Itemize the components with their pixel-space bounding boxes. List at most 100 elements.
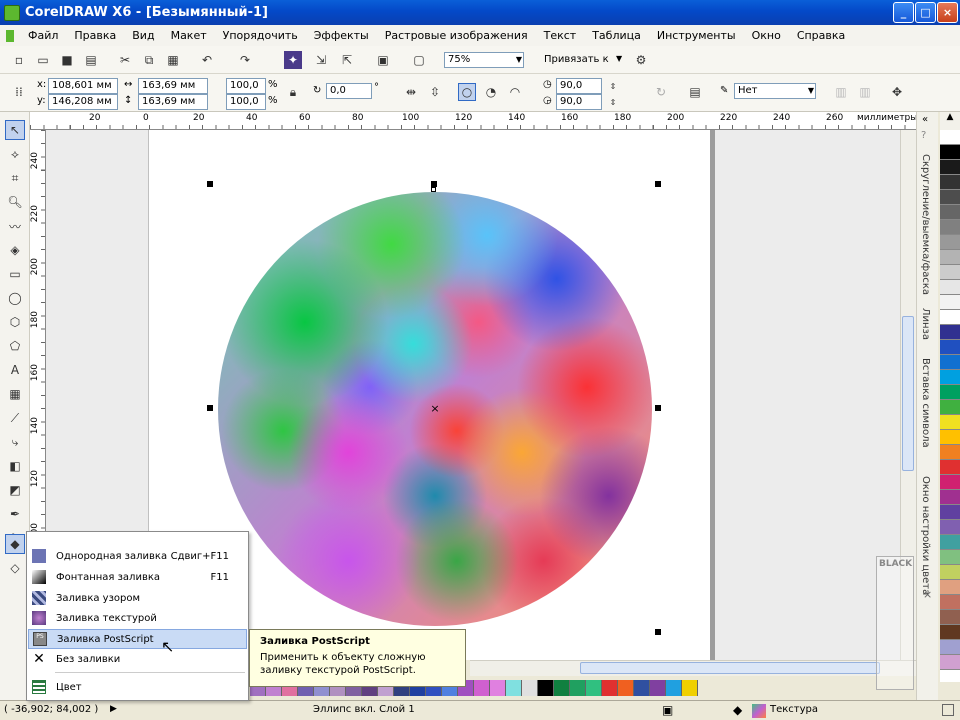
- selection-handle[interactable]: [655, 405, 661, 411]
- color-swatch[interactable]: [940, 520, 960, 535]
- close-icon[interactable]: ×: [923, 588, 932, 601]
- mirror-vertical-icon[interactable]: ⇳: [426, 83, 444, 101]
- menu-arrange[interactable]: Упорядочить: [215, 29, 306, 42]
- menu-item-fountain-fill[interactable]: Фонтанная заливка F11: [28, 567, 247, 587]
- color-swatch[interactable]: [940, 175, 960, 190]
- fill-tool-icon[interactable]: ◆: [5, 534, 25, 554]
- convert-to-curves-icon[interactable]: ✥: [888, 83, 906, 101]
- color-proof-icon[interactable]: ▣: [662, 703, 673, 717]
- color-swatch[interactable]: [634, 680, 650, 696]
- options-icon[interactable]: ⚙: [632, 51, 650, 69]
- help-icon[interactable]: ?: [921, 130, 926, 141]
- crop-tool-icon[interactable]: ⌗: [5, 168, 25, 188]
- color-swatch[interactable]: [940, 370, 960, 385]
- close-button[interactable]: ×: [937, 2, 958, 23]
- color-swatch[interactable]: [940, 325, 960, 340]
- copy-icon[interactable]: ⧉: [140, 51, 158, 69]
- menu-bitmaps[interactable]: Растровые изображения: [377, 29, 536, 42]
- color-swatch[interactable]: [940, 400, 960, 415]
- to-back-icon[interactable]: ▥: [832, 83, 850, 101]
- color-swatch[interactable]: [940, 505, 960, 520]
- color-swatch[interactable]: [940, 430, 960, 445]
- snap-to-label[interactable]: Привязать к: [544, 54, 609, 65]
- color-swatch[interactable]: [940, 295, 960, 310]
- color-swatch[interactable]: [602, 680, 618, 696]
- save-icon[interactable]: ■: [58, 51, 76, 69]
- color-swatch[interactable]: [490, 680, 506, 696]
- color-swatch[interactable]: [940, 550, 960, 565]
- color-swatch[interactable]: [940, 310, 960, 325]
- minimize-button[interactable]: _: [893, 2, 914, 23]
- color-swatch[interactable]: [682, 680, 698, 696]
- shape-tool-icon[interactable]: ⟡: [5, 144, 25, 164]
- object-center-marker[interactable]: ×: [430, 403, 440, 414]
- redo-icon[interactable]: ↷: [236, 51, 254, 69]
- text-tool-icon[interactable]: A: [5, 360, 25, 380]
- menu-item-uniform-fill[interactable]: Однородная заливка Сдвиг+F11: [28, 546, 247, 566]
- blend-tool-icon[interactable]: ◧: [5, 456, 25, 476]
- undo-icon[interactable]: ↶: [198, 51, 216, 69]
- color-swatch[interactable]: [940, 220, 960, 235]
- color-swatch[interactable]: [940, 475, 960, 490]
- dimension-tool-icon[interactable]: ⟋: [5, 408, 25, 428]
- color-swatch[interactable]: [586, 680, 602, 696]
- menu-item-texture-fill[interactable]: Заливка текстурой: [28, 608, 247, 628]
- zoom-level-select[interactable]: 75% ▼: [444, 52, 524, 68]
- menu-view[interactable]: Вид: [124, 29, 162, 42]
- color-swatch[interactable]: [940, 655, 960, 670]
- pie-mode-icon[interactable]: ◔: [482, 83, 500, 101]
- color-swatch[interactable]: [940, 565, 960, 580]
- table-tool-icon[interactable]: ▦: [5, 384, 25, 404]
- start-angle-field[interactable]: 90,0: [556, 78, 602, 94]
- ellipse-tool-icon[interactable]: ◯: [5, 288, 25, 308]
- print-icon[interactable]: ▤: [82, 51, 100, 69]
- wrap-text-icon[interactable]: ▤: [686, 83, 704, 101]
- color-swatch[interactable]: [506, 680, 522, 696]
- status-expand-icon[interactable]: ▶: [110, 704, 117, 714]
- ellipse-node[interactable]: [431, 187, 436, 192]
- docker-tab-lens[interactable]: Линза: [920, 308, 931, 340]
- snap-dropdown-icon[interactable]: ▼: [616, 54, 622, 63]
- interactive-fill-tool-icon[interactable]: ◇: [5, 558, 25, 578]
- color-swatch[interactable]: [940, 490, 960, 505]
- to-front-icon[interactable]: ▥: [856, 83, 874, 101]
- polygon-tool-icon[interactable]: ⬡: [5, 312, 25, 332]
- horizontal-scroll-thumb[interactable]: [580, 662, 880, 674]
- docker-collapse-icon[interactable]: «: [922, 114, 928, 125]
- maximize-button[interactable]: □: [915, 2, 936, 23]
- width-field[interactable]: 163,69 мм: [138, 78, 208, 94]
- menu-item-color[interactable]: Цвет: [28, 677, 247, 697]
- mirror-horizontal-icon[interactable]: ⇹: [402, 83, 420, 101]
- menu-layout[interactable]: Макет: [163, 29, 215, 42]
- color-swatch[interactable]: [538, 680, 554, 696]
- ellipse-mode-icon[interactable]: ○: [458, 83, 476, 101]
- arc-mode-icon[interactable]: ◠: [506, 83, 524, 101]
- rotation-angle-field[interactable]: 0,0: [326, 83, 372, 99]
- color-swatch[interactable]: [940, 205, 960, 220]
- color-swatch[interactable]: [474, 680, 490, 696]
- scale-y-field[interactable]: 100,0: [226, 94, 266, 110]
- palette-scroll-up-icon[interactable]: ▲: [940, 112, 960, 130]
- pick-tool-icon[interactable]: ↖: [5, 120, 25, 140]
- new-document-icon[interactable]: ▫: [10, 51, 28, 69]
- application-launcher-icon[interactable]: ▣: [374, 51, 392, 69]
- vertical-scroll-thumb[interactable]: [902, 316, 914, 471]
- selection-handle[interactable]: [207, 405, 213, 411]
- menu-text[interactable]: Текст: [536, 29, 585, 42]
- import-icon[interactable]: ⇲: [312, 51, 330, 69]
- menu-tools[interactable]: Инструменты: [649, 29, 744, 42]
- docker-tab-insert-character[interactable]: Вставка символа: [920, 358, 931, 448]
- eyedropper-tool-icon[interactable]: ✒: [5, 504, 25, 524]
- scale-x-field[interactable]: 100,0: [226, 78, 266, 94]
- color-swatch[interactable]: [940, 130, 960, 145]
- docker-tab-fillet[interactable]: Скругление/выемка/фаска: [920, 154, 931, 295]
- color-swatch[interactable]: [570, 680, 586, 696]
- color-swatch[interactable]: [940, 610, 960, 625]
- color-swatch[interactable]: [940, 460, 960, 475]
- color-swatch[interactable]: [940, 580, 960, 595]
- x-position-field[interactable]: 108,601 мм: [48, 78, 118, 94]
- lock-ratio-icon[interactable]: 🔒︎: [284, 83, 302, 101]
- zoom-tool-icon[interactable]: 🔍︎: [5, 192, 25, 212]
- menu-file[interactable]: Файл: [20, 29, 66, 42]
- basic-shapes-tool-icon[interactable]: ⬠: [5, 336, 25, 356]
